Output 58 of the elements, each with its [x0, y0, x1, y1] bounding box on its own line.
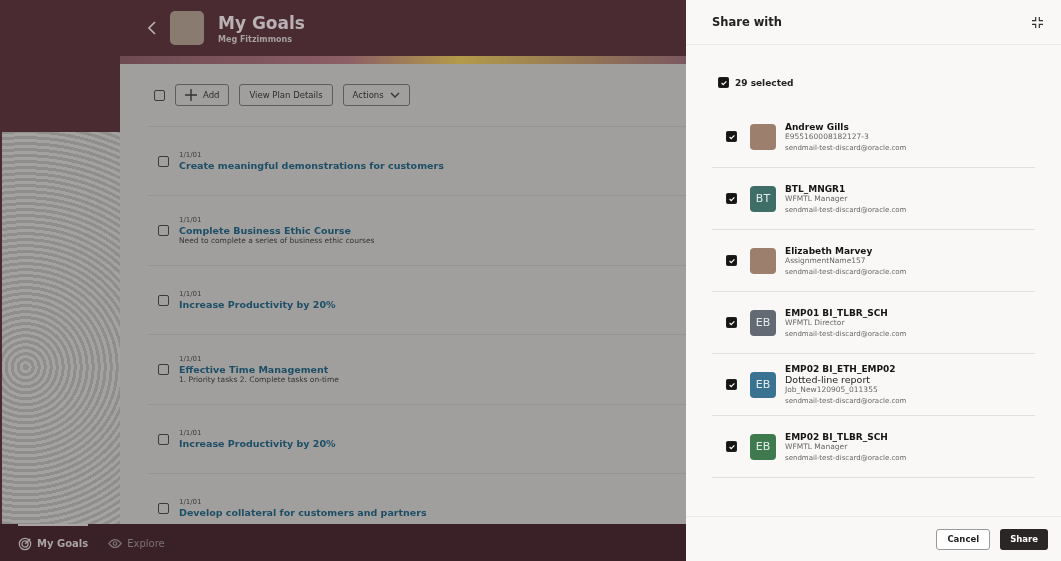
- person-name: EMP01 BI_TLBR_SCH: [785, 307, 889, 318]
- goal-checkbox[interactable]: [158, 502, 169, 514]
- person-name: Andrew Gills: [785, 121, 850, 132]
- person-checkbox[interactable]: [726, 317, 737, 328]
- goal-title-link[interactable]: Increase Productivity by 20%: [179, 299, 336, 310]
- initials-avatar: EB: [750, 309, 776, 336]
- nav-tab[interactable]: My Goals: [18, 524, 89, 561]
- check-icon: [727, 194, 736, 203]
- page-title: My Goals: [218, 12, 305, 33]
- caret-icon: [389, 92, 400, 98]
- initials-avatar: EB: [750, 433, 776, 460]
- person-name: EMP02 BI_ETH_EMP02: [785, 364, 897, 374]
- person-checkbox[interactable]: [726, 379, 737, 390]
- select-all-checkbox[interactable]: [718, 77, 729, 88]
- goal-checkbox[interactable]: [158, 294, 169, 306]
- check-icon: [727, 318, 736, 327]
- goal-checkbox[interactable]: [158, 225, 169, 236]
- person-checkbox[interactable]: [726, 193, 737, 204]
- person-name: BTL_MNGR1: [785, 183, 847, 194]
- check-icon: [719, 78, 728, 87]
- check-icon: [727, 132, 736, 141]
- goal-checkbox[interactable]: [158, 155, 169, 167]
- back-chevron-icon[interactable]: [148, 21, 156, 35]
- target-icon: [18, 536, 32, 551]
- goal-title-link[interactable]: Create meaningful demonstrations for customers: [179, 160, 444, 171]
- select-all-checkbox[interactable]: [154, 89, 165, 101]
- goal-checkbox[interactable]: [158, 433, 169, 445]
- initials-avatar: EB: [750, 371, 776, 398]
- person-checkbox[interactable]: [726, 131, 737, 142]
- photo-placeholder: [750, 247, 776, 274]
- goal-checkbox[interactable]: [158, 364, 169, 375]
- share-button[interactable]: Share: [1000, 528, 1048, 550]
- nav-tab[interactable]: Explore: [108, 524, 165, 561]
- plus-icon: [185, 89, 197, 101]
- actions-button[interactable]: Actions: [342, 84, 410, 106]
- initials-avatar: BT: [750, 185, 776, 212]
- goal-title-link[interactable]: Develop collateral for customers and partners: [179, 507, 427, 518]
- person-name: EMP02 BI_TLBR_SCH: [785, 431, 889, 442]
- add-button[interactable]: Add: [175, 84, 230, 106]
- check-icon: [727, 442, 736, 451]
- cancel-button[interactable]: Cancel: [936, 528, 991, 550]
- selected-count: 29 selected: [735, 77, 794, 88]
- eye-icon: [108, 538, 123, 549]
- photo-placeholder: [750, 123, 776, 150]
- person-checkbox[interactable]: [726, 441, 737, 452]
- employee-name: Meg Fitzimmons: [218, 34, 293, 44]
- goal-title-link[interactable]: Effective Time Management: [179, 364, 339, 375]
- drawer-title: Share with: [712, 15, 782, 29]
- person-name: Elizabeth Marvey: [785, 245, 874, 256]
- goal-title-link[interactable]: Complete Business Ethic Course: [179, 225, 375, 236]
- relation-label: Dotted-line report: [785, 374, 872, 385]
- collapse-icon[interactable]: [1032, 16, 1043, 28]
- profile-photo-placeholder: [170, 11, 204, 45]
- person-checkbox[interactable]: [726, 255, 737, 266]
- check-icon: [727, 256, 736, 265]
- check-icon: [727, 380, 736, 389]
- view-plan-details-button[interactable]: View Plan Details: [239, 84, 333, 106]
- goal-title-link[interactable]: Increase Productivity by 20%: [179, 438, 336, 449]
